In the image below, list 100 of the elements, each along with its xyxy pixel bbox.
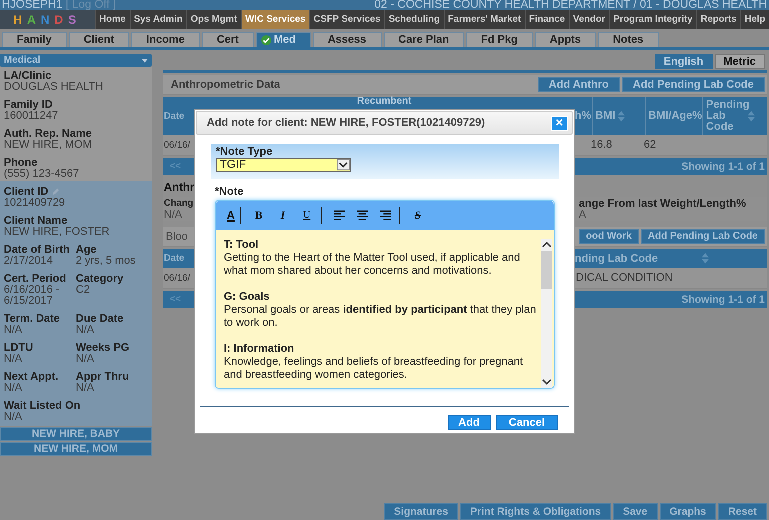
note-paragraph: Getting to the Heart of the Matter Tool used, if applicable and what mom shared about her concerns and motivations. — [224, 252, 522, 278]
column-header: Pending Lab Code — [706, 100, 746, 132]
field-value: NEW HIRE, FOSTER — [4, 227, 111, 238]
field-label: *Note Type — [216, 147, 274, 158]
menu-item[interactable]: Ops Mgmt — [186, 10, 241, 29]
scroll-down-icon[interactable] — [542, 378, 552, 386]
column-header: h% — [575, 110, 592, 122]
field-label: Date of Birth — [4, 244, 70, 256]
field-value: N/A — [4, 412, 24, 423]
field-value: NEW HIRE, MOM — [4, 140, 93, 151]
column-header: Date — [164, 253, 185, 264]
pager-summary: Showing 1-1 of 1 — [682, 160, 765, 172]
align-right-icon[interactable] — [379, 210, 392, 221]
section-header[interactable]: Medical — [0, 54, 152, 67]
column-header: BMI/Age% — [648, 110, 702, 122]
dialog-button[interactable]: Add — [448, 415, 491, 430]
action-button[interactable]: Add Anthro — [538, 77, 620, 92]
section-title: Bloo — [166, 230, 188, 242]
field-value: 2 yrs, 5 mos — [76, 256, 137, 267]
tab[interactable]: Notes — [598, 32, 659, 47]
location-text: 02 - COCHISE COUNTY HEALTH DEPARTMENT / 01 - DOUGLAS HEALTH — [374, 0, 767, 10]
menu-item[interactable]: Help — [740, 10, 769, 29]
action-button[interactable]: ood Work — [579, 229, 639, 244]
field-value: 2/17/2014 — [4, 256, 54, 267]
tab[interactable]: Care Plan — [384, 32, 464, 47]
field-value: N/A — [76, 383, 94, 394]
field-value: 6/16/2016 - 6/15/2017 — [4, 285, 61, 307]
note-heading: T: Tool — [224, 239, 260, 252]
column-header: BMI — [596, 110, 616, 122]
note-paragraph: Knowledge, feelings and beliefs of breastfeeding for pregnant and breastfeeding women categories. — [224, 356, 524, 382]
note-editor[interactable] — [215, 200, 555, 389]
field-value: A — [579, 210, 586, 220]
field-value: N/A — [76, 354, 96, 365]
menu-item[interactable]: Home — [95, 10, 130, 29]
action-button[interactable]: Add Pending Lab Code — [622, 77, 765, 92]
dialog-button[interactable]: Cancel — [496, 415, 558, 430]
menu-item[interactable]: Reports — [696, 10, 740, 29]
tab[interactable]: Client — [68, 32, 130, 47]
field-value: 160011247 — [4, 111, 60, 122]
align-center-icon[interactable] — [356, 210, 369, 221]
field-label: Due Date — [76, 313, 124, 325]
strikethrough-button[interactable]: S — [406, 210, 430, 222]
bold-button[interactable]: B — [247, 210, 271, 222]
menu-item[interactable]: Scheduling — [384, 10, 444, 29]
field-label: Term. Date — [4, 313, 60, 325]
menu-item[interactable]: Sys Admin — [130, 10, 186, 29]
align-left-icon[interactable] — [333, 210, 346, 221]
scrollbar[interactable] — [541, 239, 552, 388]
tab[interactable]: Assess — [312, 32, 382, 47]
table-cell: 06/16/ — [164, 272, 190, 284]
menu-item[interactable]: Finance — [524, 10, 569, 29]
action-button[interactable]: Add Pending Lab Code — [641, 229, 765, 244]
dropdown-caret-icon — [142, 58, 148, 62]
menu-item[interactable]: WIC Services — [240, 10, 310, 29]
menu-item[interactable]: Vendor — [568, 10, 610, 29]
field-value: N/A — [4, 354, 24, 365]
tab[interactable]: Family — [2, 32, 67, 47]
table-cell: 06/16/ — [164, 140, 190, 150]
field-label: Appr Thru — [76, 371, 130, 383]
field-label: *Note — [215, 187, 245, 198]
field-label: ange From last Weight/Length% — [579, 198, 746, 210]
tab[interactable]: Income — [131, 32, 200, 47]
underline-button[interactable]: U — [295, 210, 319, 221]
column-header: Date — [164, 110, 185, 122]
close-button[interactable]: × — [551, 116, 568, 130]
field-label: Next Appt. — [4, 371, 59, 383]
menu-item[interactable]: Program Integrity — [609, 10, 696, 29]
column-header: Recumbent — [357, 97, 412, 107]
note-type-dropdown[interactable]: TGIF — [216, 158, 351, 172]
field-value: N/A — [164, 210, 182, 220]
font-color-button[interactable]: A — [224, 210, 238, 222]
field-value: DOUGLAS HEALTH — [4, 82, 104, 93]
field-value: (555) 123-4567 — [4, 169, 80, 180]
field-label: Weeks PG — [76, 342, 130, 354]
scroll-up-icon[interactable] — [542, 241, 552, 249]
field-label: Chang — [164, 198, 194, 210]
chevron-down-icon — [337, 159, 350, 171]
field-value: N/A — [4, 383, 24, 394]
check-icon — [260, 34, 272, 46]
column-header: nding Lab Code — [575, 252, 658, 264]
unit-tab[interactable]: English — [654, 54, 713, 69]
section-title: Anthropometric Data — [171, 78, 280, 90]
note-heading: I: Information — [224, 343, 296, 356]
tab[interactable]: Med — [256, 32, 311, 47]
field-label: LA/Clinic — [4, 70, 53, 82]
pager-summary: Showing 1-1 of 1 — [682, 294, 765, 306]
unit-tab[interactable]: Metric — [714, 54, 765, 69]
field-value: 1021409729 — [4, 198, 66, 209]
field-value: N/A — [76, 325, 96, 336]
section-heading: Anthr — [164, 182, 195, 194]
field-value: N/A — [4, 325, 24, 336]
field-label: Age — [76, 244, 97, 256]
italic-button[interactable]: I — [271, 210, 295, 222]
tab[interactable]: Cert — [202, 32, 254, 47]
note-paragraph: Personal goals or areas identified by participant that they plan to work on. — [224, 304, 538, 330]
menu-item[interactable]: CSFP Services — [309, 10, 384, 29]
menu-item[interactable]: Farmers' Market — [444, 10, 525, 29]
tab[interactable]: Fd Pkg — [466, 32, 533, 47]
tab[interactable]: Appts — [534, 32, 596, 47]
field-label: Cert. Period — [4, 273, 66, 285]
